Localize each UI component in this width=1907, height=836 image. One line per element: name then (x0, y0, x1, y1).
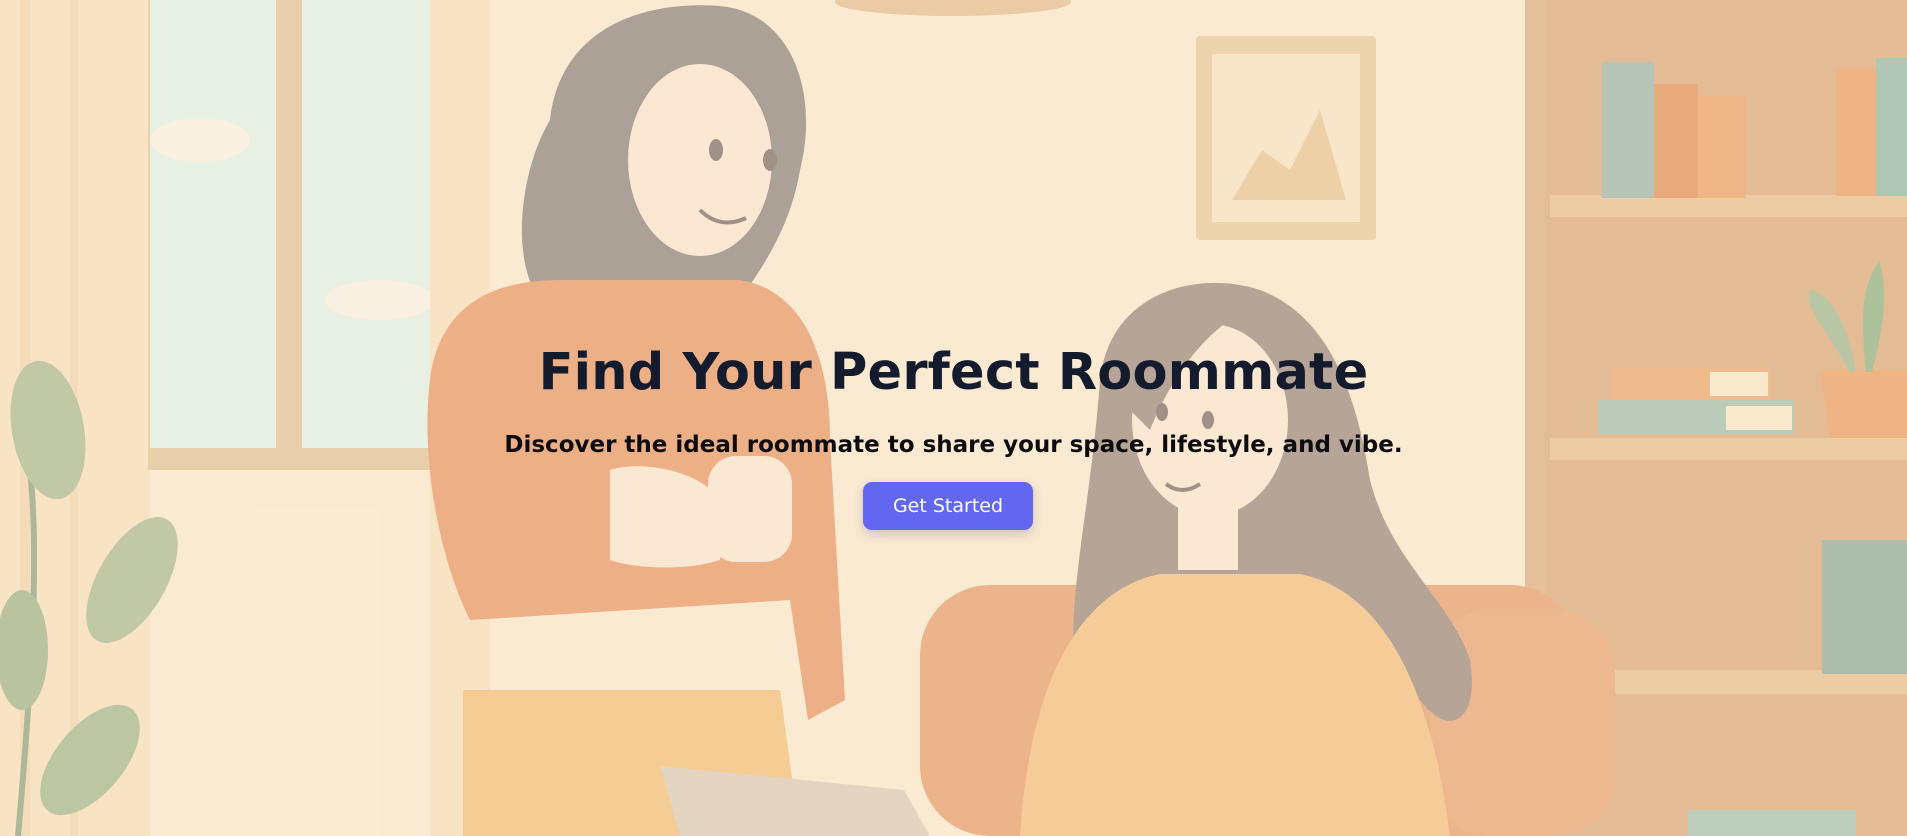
hero-subtitle: Discover the ideal roommate to share you… (504, 432, 1403, 458)
get-started-button[interactable]: Get Started (863, 482, 1033, 530)
hero-content: Find Your Perfect Roommate Discover the … (0, 0, 1907, 836)
hero-title: Find Your Perfect Roommate (538, 343, 1369, 402)
hero-section: Find Your Perfect Roommate Discover the … (0, 0, 1907, 836)
